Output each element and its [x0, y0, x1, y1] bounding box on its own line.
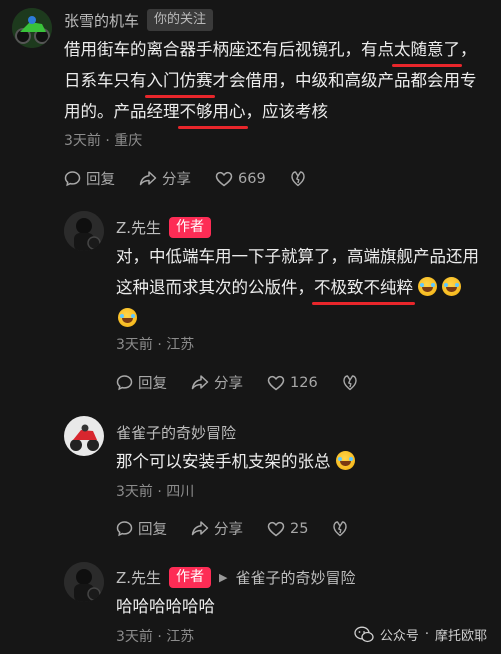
wechat-icon	[354, 626, 374, 643]
like-button[interactable]: 126	[267, 375, 318, 391]
like-button[interactable]: 25	[267, 521, 308, 537]
watermark-channel: 公众号	[379, 629, 419, 644]
laugh-cry-emoji	[335, 451, 355, 470]
share-arrow-icon	[191, 375, 209, 390]
laugh-cry-emoji	[418, 277, 437, 296]
author-badge: 作者	[169, 217, 212, 238]
text-segment: 这种退而求其次的公版件，	[116, 278, 314, 297]
avatar[interactable]	[12, 8, 52, 48]
wechat-watermark: 公众号 · 摩托欧耶	[354, 625, 487, 644]
comment-text: 对，中低端车用一下子就算了，高端旗舰产品还用 这种退而求其次的公版件，不极致不纯…	[116, 241, 496, 334]
text-segment: ，应该考核	[245, 102, 329, 121]
text-segment: 才会借用，中级和高级产品都会用专	[212, 71, 477, 90]
like-count: 669	[238, 170, 266, 187]
reply-button[interactable]: 回复	[116, 372, 167, 393]
text-line: 对，中低端车用一下子就算了，高端旗舰产品还用	[116, 247, 479, 266]
laugh-cry-emoji	[118, 308, 137, 327]
avatar[interactable]	[64, 562, 104, 602]
dislike-icon	[290, 171, 305, 187]
comment-meta: 3天前 · 四川	[116, 484, 195, 500]
avatar[interactable]	[64, 211, 104, 251]
highlighted-text: 入门仿赛	[144, 65, 215, 98]
reply-target-name[interactable]: 雀雀子的奇妙冒险	[236, 567, 356, 588]
highlighted-text: 太随意了	[392, 34, 462, 67]
reply-button[interactable]: 回复	[116, 518, 167, 539]
author-name[interactable]: 雀雀子的奇妙冒险	[116, 422, 236, 443]
watermark-name: 摩托欧耶	[434, 629, 487, 644]
heart-icon	[215, 171, 233, 186]
comment-meta: 3天前 · 重庆	[64, 133, 143, 149]
share-label: 分享	[214, 376, 243, 392]
rider-avatar-image	[64, 562, 104, 602]
like-count: 25	[290, 520, 309, 537]
comment-actions: 回复 分享 126	[116, 372, 382, 393]
text-segment: 用的。产品经理	[64, 102, 180, 121]
author-name[interactable]: Z.先生	[116, 567, 161, 588]
comment-text: 那个可以安装手机支架的张总	[116, 446, 496, 477]
reply-label: 回复	[138, 376, 167, 392]
text-line: 哈哈哈哈哈哈	[116, 597, 215, 616]
reply-bubble-icon	[116, 521, 133, 537]
heart-icon	[267, 375, 285, 390]
reply-label: 回复	[86, 172, 115, 188]
share-arrow-icon	[191, 521, 209, 536]
comment-text: 哈哈哈哈哈哈	[116, 591, 496, 622]
dislike-icon	[342, 375, 357, 391]
text-segment: 借用街车的离合器手柄座还有后视镜孔，有点	[64, 40, 394, 59]
comment-text: 借用街车的离合器手柄座还有后视镜孔，有点太随意了， 日系车只有入门仿赛才会借用，…	[64, 34, 494, 129]
laugh-cry-emoji	[442, 277, 461, 296]
text-segment: 那个可以安装手机支架的张总	[116, 452, 331, 471]
reply-bubble-icon	[116, 375, 133, 391]
white-motorcycle-avatar-image	[64, 416, 104, 456]
following-badge: 你的关注	[147, 9, 214, 31]
text-segment: ，	[460, 40, 477, 59]
like-button[interactable]: 669	[215, 171, 266, 187]
share-button[interactable]: 分享	[191, 518, 243, 539]
text-segment: 日系车只有	[64, 71, 147, 90]
share-label: 分享	[162, 172, 191, 188]
reply-button[interactable]: 回复	[64, 168, 115, 189]
dislike-button[interactable]	[290, 170, 306, 187]
share-arrow-icon	[139, 171, 157, 186]
like-count: 126	[290, 374, 318, 391]
share-button[interactable]: 分享	[191, 372, 243, 393]
dislike-icon	[333, 521, 348, 537]
dislike-button[interactable]	[342, 374, 358, 391]
comment-meta: 3天前 · 江苏	[116, 337, 195, 353]
comment-meta: 3天前 · 江苏	[116, 629, 195, 645]
heart-icon	[267, 521, 285, 536]
reply-bubble-icon	[64, 171, 81, 187]
rider-avatar-image	[64, 211, 104, 251]
highlighted-text: 不够用心	[177, 96, 248, 129]
motorcycle-avatar-image	[12, 8, 52, 48]
reply-label: 回复	[138, 522, 167, 538]
comment-actions: 回复 分享 25	[116, 518, 372, 539]
reply-arrow-icon: ▶	[219, 571, 228, 584]
dislike-button[interactable]	[332, 520, 348, 537]
separator-dot: ·	[424, 627, 429, 642]
author-badge: 作者	[169, 567, 212, 588]
author-name[interactable]: Z.先生	[116, 217, 161, 238]
comment-actions: 回复 分享 669	[64, 168, 330, 189]
share-label: 分享	[214, 522, 243, 538]
author-name[interactable]: 张雪的机车	[64, 10, 139, 31]
share-button[interactable]: 分享	[139, 168, 191, 189]
highlighted-text: 不极致不纯粹	[312, 272, 415, 305]
avatar[interactable]	[64, 416, 104, 456]
